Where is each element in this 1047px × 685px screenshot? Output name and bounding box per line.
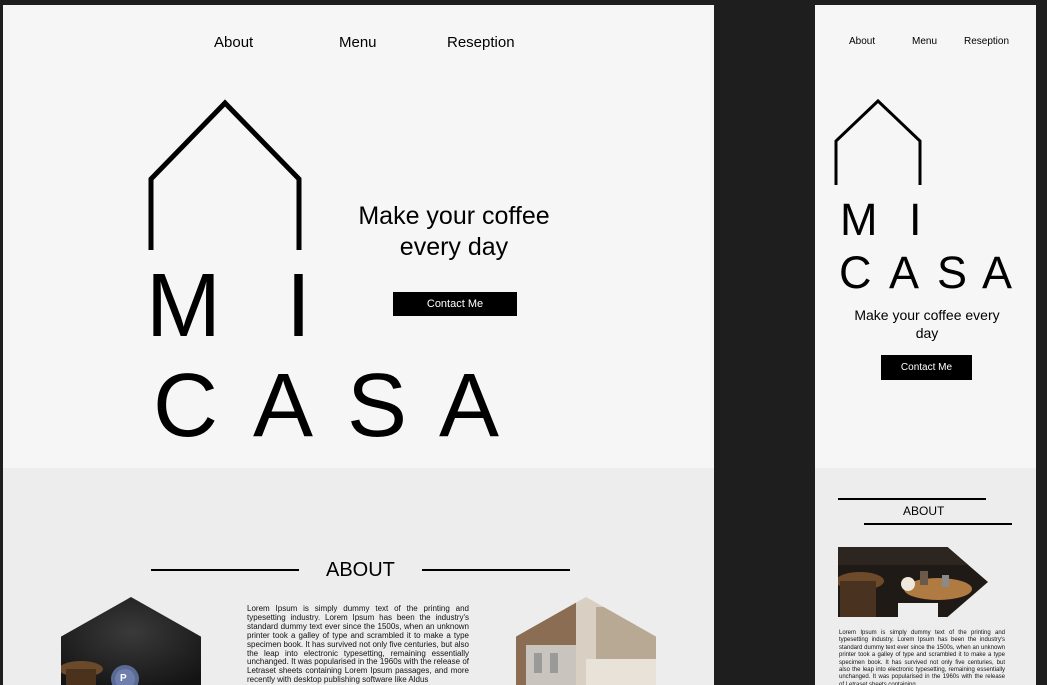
hero-tagline-line2: every day: [399, 233, 509, 261]
brand-letter-m: M: [146, 256, 221, 356]
m-about-rule-bottom: [864, 523, 1012, 525]
m-contact-me-button[interactable]: Contact Me: [881, 355, 972, 380]
contact-me-button[interactable]: Contact Me: [393, 292, 517, 316]
about-rule-right: [422, 569, 570, 571]
desktop-frame: About Menu Reseption M I C A S A Make yo…: [3, 5, 714, 685]
nav-about-link[interactable]: About: [214, 34, 253, 51]
m-brand-letter-a1: A: [889, 247, 920, 298]
hero-tagline-line1: Make your coffee: [358, 202, 550, 230]
m-brand-letter-m: M: [840, 194, 878, 245]
m-brand-letter-i: I: [909, 194, 922, 245]
m-brand-letter-c: C: [839, 247, 872, 298]
m-hero-tagline-line2: day: [915, 325, 939, 341]
m-brand-letter-a2: A: [982, 247, 1013, 298]
about-heading: ABOUT: [326, 559, 395, 581]
m-about-body-text: Lorem Ipsum is simply dummy text of the …: [839, 630, 1005, 685]
brand-letter-s: S: [347, 356, 408, 456]
brand-letter-i: I: [286, 256, 312, 356]
m-hero-tagline-line1: Make your coffee every: [854, 307, 1000, 323]
nav-reception-link[interactable]: Reseption: [447, 34, 515, 51]
brand-letter-c: C: [153, 356, 218, 456]
m-brand-letter-s: S: [937, 247, 968, 298]
photo-badge-letter: P: [120, 673, 127, 684]
m-nav-menu-link[interactable]: Menu: [912, 36, 937, 47]
hero-tagline: Make your coffee every day: [333, 201, 575, 263]
about-body-text: Lorem Ipsum is simply dummy text of the …: [247, 604, 469, 685]
about-rule-left: [151, 569, 299, 571]
house-outline-icon: [148, 99, 302, 250]
m-about-heading: ABOUT: [903, 504, 945, 518]
mobile-frame: About Menu Reseption M I C A S A Make yo…: [815, 5, 1036, 685]
m-nav-about-link[interactable]: About: [849, 36, 875, 47]
nav-menu-link[interactable]: Menu: [339, 34, 377, 51]
m-nav-reception-link[interactable]: Reseption: [964, 36, 1009, 47]
brand-letter-a1: A: [253, 356, 314, 456]
m-hero-tagline: Make your coffee every day: [835, 306, 1019, 342]
brand-letter-a2: A: [439, 356, 500, 456]
m-house-outline-icon: [834, 98, 922, 185]
m-about-rule-top: [838, 498, 986, 500]
